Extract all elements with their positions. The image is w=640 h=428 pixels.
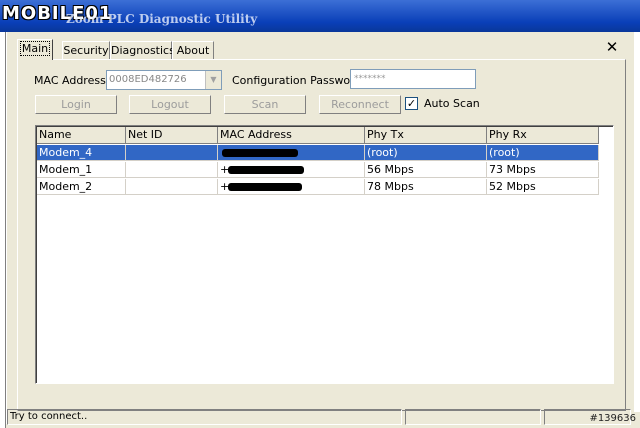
column-header-mac-address[interactable]: MAC Address: [218, 127, 365, 144]
cell-net-id: [126, 179, 218, 195]
column-header-phy-rx[interactable]: Phy Rx: [487, 127, 599, 144]
tab-diagnostics[interactable]: Diagnostics: [110, 41, 175, 59]
cell-phy-tx: 78 Mbps: [365, 179, 487, 195]
tab-about[interactable]: About: [172, 41, 214, 59]
cell-phy-rx: 52 Mbps: [487, 179, 599, 195]
tab-main[interactable]: Main: [17, 39, 53, 60]
cell-mac-address: [218, 145, 365, 161]
chevron-down-icon[interactable]: ▼: [205, 71, 221, 89]
reconnect-button[interactable]: Reconnect: [319, 95, 401, 114]
tab-diagnostics-label: Diagnostics: [111, 44, 175, 57]
status-text: Try to connect..: [7, 409, 402, 425]
title-bar: MOBILE01 Zoom PLC Diagnostic Utility: [0, 0, 640, 32]
config-password-label: Configuration Password :: [232, 74, 369, 87]
cell-net-id: [126, 162, 218, 178]
logout-button[interactable]: Logout: [129, 95, 211, 114]
cell-net-id: [126, 145, 218, 161]
cell-phy-tx: 56 Mbps: [365, 162, 487, 178]
tab-security-label: Security: [63, 44, 109, 57]
column-header-phy-tx[interactable]: Phy Tx: [365, 127, 487, 144]
config-password-field[interactable]: *******: [350, 69, 476, 89]
status-bar: Try to connect..: [7, 407, 635, 426]
redaction-mark: [222, 149, 298, 157]
table-row[interactable]: Modem_2 + 78 Mbps 52 Mbps: [37, 179, 599, 195]
tab-security[interactable]: Security: [62, 41, 110, 59]
close-icon[interactable]: ✕: [603, 39, 621, 55]
table-row[interactable]: Modem_1 + 56 Mbps 73 Mbps: [37, 162, 599, 178]
login-button[interactable]: Login: [35, 95, 117, 114]
cell-name: Modem_1: [37, 162, 126, 178]
cell-mac-address: +: [218, 179, 365, 195]
column-header-net-id[interactable]: Net ID: [126, 127, 218, 144]
cell-phy-rx: 73 Mbps: [487, 162, 599, 178]
redaction-mark: [228, 183, 302, 191]
tab-about-label: About: [176, 44, 210, 57]
scan-button[interactable]: Scan: [224, 95, 306, 114]
column-header-name[interactable]: Name: [37, 127, 126, 144]
watermark: #139636: [589, 413, 636, 424]
cell-mac-address: +: [218, 162, 365, 178]
table-row[interactable]: Modem_4 (root) (root): [37, 145, 599, 161]
main-dialog: Main Security Diagnostics About ✕ MAC Ad…: [6, 32, 635, 426]
background-window-edge-right: [634, 32, 640, 412]
status-panel-2: [405, 409, 541, 425]
cell-name: Modem_4: [37, 145, 126, 161]
redaction-mark: [228, 166, 304, 174]
auto-scan-checkbox[interactable]: ✓: [405, 97, 418, 110]
tab-main-label: Main: [19, 41, 51, 56]
mac-address-label: MAC Address :: [34, 74, 114, 87]
cell-phy-tx: (root): [365, 145, 487, 161]
mac-address-value: 0008ED482726: [109, 74, 187, 85]
window-title: Zoom PLC Diagnostic Utility: [66, 12, 258, 26]
cell-phy-rx: (root): [487, 145, 599, 161]
auto-scan-label: Auto Scan: [424, 97, 480, 110]
mac-address-select[interactable]: 0008ED482726 ▼: [106, 70, 222, 90]
modem-table: Name Net ID MAC Address Phy Tx Phy Rx Mo…: [35, 125, 614, 384]
cell-name: Modem_2: [37, 179, 126, 195]
